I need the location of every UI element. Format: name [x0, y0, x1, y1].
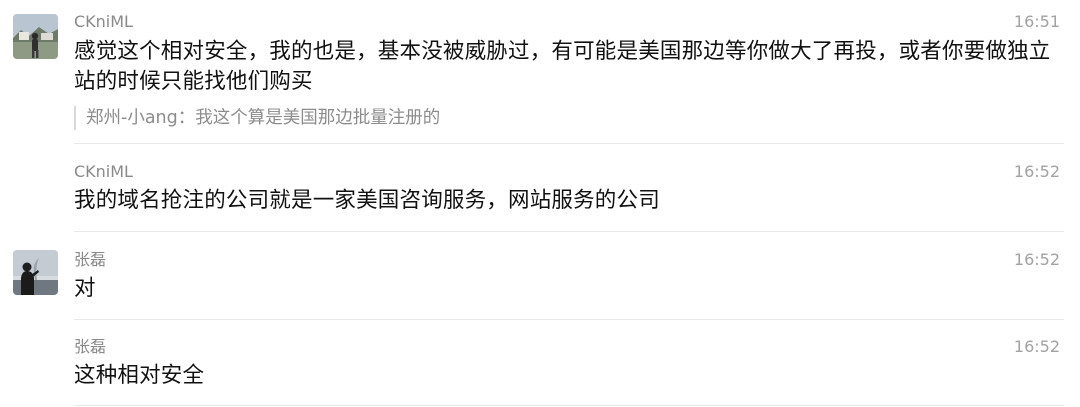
sender-name: 张磊 — [74, 337, 107, 356]
sender-name: CKniML — [74, 12, 133, 31]
avatar[interactable] — [13, 14, 58, 59]
avatar[interactable] — [13, 250, 58, 295]
message-time: 16:52 — [1013, 162, 1060, 181]
landscape-avatar-icon — [13, 14, 58, 59]
message-text: 我的域名抢注的公司就是一家美国咨询服务，网站服务的公司 — [74, 188, 660, 213]
message-item: CKniML 16:52 我的域名抢注的公司就是一家美国咨询服务，网站服务的公司 — [0, 144, 1080, 232]
quoted-message[interactable]: 郑州-小ang：我这个算是美国那边批量注册的 — [74, 106, 440, 130]
message-item: 张磊 16:52 对 — [0, 232, 1080, 320]
message-text: 这种相对安全 — [74, 363, 205, 388]
sender-name: CKniML — [74, 162, 133, 181]
divider — [74, 405, 1064, 406]
message-item: 张磊 16:52 这种相对安全 — [0, 320, 1080, 407]
silhouette-avatar-icon — [13, 250, 58, 295]
message-item: CKniML 16:51 感觉这个相对安全，我的也是，基本没被威胁过，有可能是美… — [0, 0, 1080, 144]
message-text: 对 — [74, 276, 96, 301]
message-time: 16:52 — [1013, 250, 1060, 269]
message-text: 感觉这个相对安全，我的也是，基本没被威胁过，有可能是美国那边等你做大了再投，或者… — [74, 39, 1051, 94]
sender-name: 张磊 — [74, 250, 107, 269]
message-time: 16:51 — [1013, 12, 1060, 31]
message-time: 16:52 — [1013, 337, 1060, 356]
